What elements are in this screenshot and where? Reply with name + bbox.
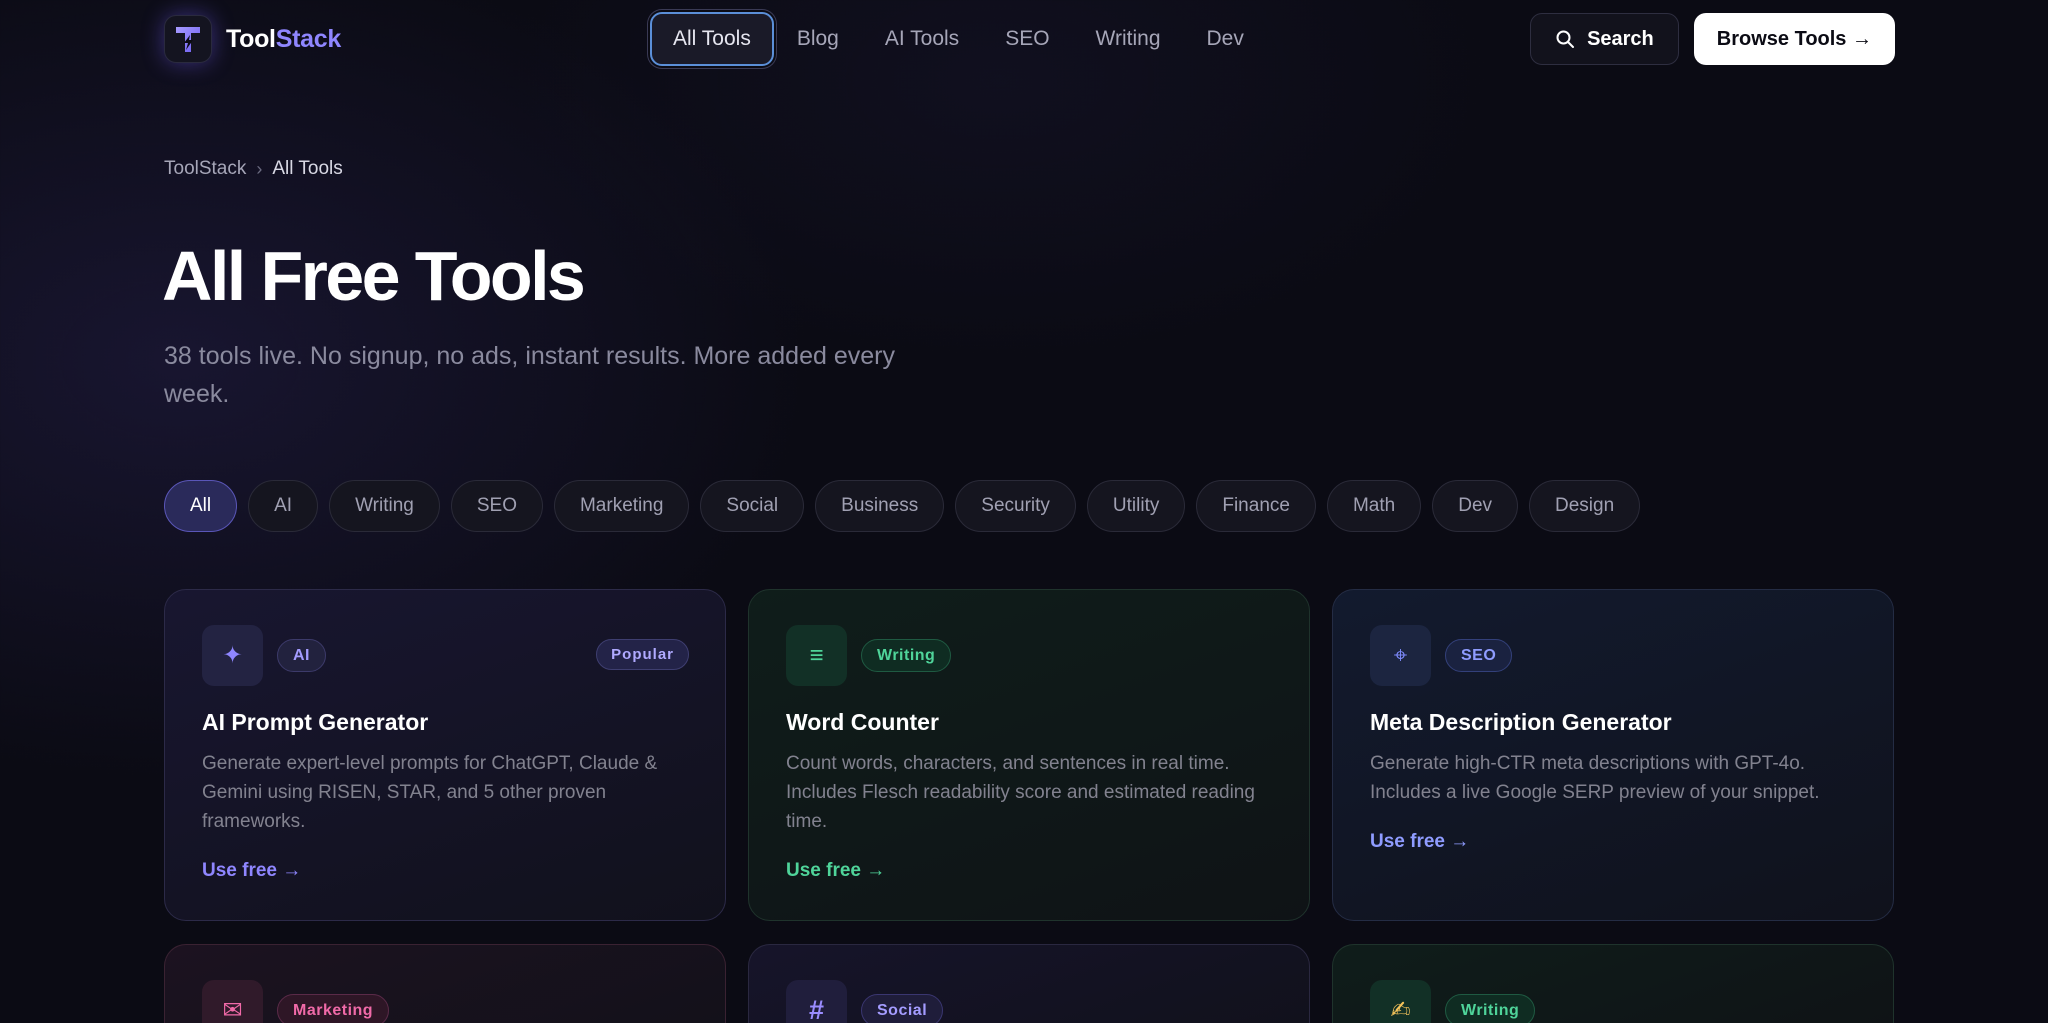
filter-chip-utility[interactable]: Utility: [1086, 480, 1186, 532]
envelope-icon: ✉: [202, 980, 263, 1023]
hashtag-icon: #: [786, 980, 847, 1023]
card-header: ✉ Marketing: [202, 980, 390, 1023]
nav-links: All Tools Blog AI Tools SEO Writing Dev: [650, 12, 1267, 66]
page-subtitle: 38 tools live. No signup, no ads, instan…: [164, 342, 895, 408]
card-header: ≡ Writing: [786, 625, 952, 686]
card-category-tag: Writing: [1445, 994, 1536, 1023]
lines-icon: ≡: [786, 625, 847, 686]
filter-chip-finance[interactable]: Finance: [1196, 480, 1316, 532]
crosshair-icon: ⌖: [1370, 625, 1431, 686]
tool-card-word-counter[interactable]: ≡ Writing Word Counter Count words, char…: [748, 589, 1310, 921]
card-header: ✦ AI: [202, 625, 326, 686]
nav-link-writing[interactable]: Writing: [1073, 12, 1184, 66]
card-use-free-link[interactable]: Use free →: [786, 860, 885, 882]
card-category-tag: Social: [861, 994, 944, 1023]
nav-link-ai-tools[interactable]: AI Tools: [862, 12, 982, 66]
card-category-tag: AI: [277, 639, 326, 672]
popular-badge: Popular: [596, 639, 689, 670]
search-button-label: Search: [1587, 27, 1654, 50]
filter-chip-marketing[interactable]: Marketing: [553, 480, 690, 532]
card-title: AI Prompt Generator: [202, 709, 429, 735]
top-navbar: ToolStack All Tools Blog AI Tools SEO Wr…: [0, 0, 2048, 80]
filter-chip-all[interactable]: All: [164, 480, 238, 532]
filter-chip-writing[interactable]: Writing: [329, 480, 440, 532]
category-filters: All AI Writing SEO Marketing Social Busi…: [164, 480, 1641, 532]
card-header: # Social: [786, 980, 944, 1023]
card-category-tag: SEO: [1445, 639, 1513, 672]
nav-actions: Search Browse Tools →: [1530, 13, 1895, 65]
card-header: ✍ Writing: [1370, 980, 1536, 1023]
card-description: Generate expert-level prompts for ChatGP…: [202, 753, 658, 832]
tool-card-marketing[interactable]: ✉ Marketing: [164, 944, 726, 1023]
tool-card-social[interactable]: # Social: [748, 944, 1310, 1023]
card-title: Meta Description Generator: [1370, 709, 1672, 735]
tool-card-meta-description-generator[interactable]: ⌖ SEO Meta Description Generator Generat…: [1332, 589, 1894, 921]
sparkle-icon: ✦: [202, 625, 263, 686]
nav-link-seo[interactable]: SEO: [982, 12, 1072, 66]
writing-hand-icon: ✍: [1370, 980, 1431, 1023]
breadcrumb-current: All Tools: [272, 158, 343, 179]
browse-tools-button[interactable]: Browse Tools →: [1693, 13, 1895, 65]
filter-chip-ai[interactable]: AI: [248, 480, 319, 532]
tool-card-writing[interactable]: ✍ Writing: [1332, 944, 1894, 1023]
card-description: Count words, characters, and sentences i…: [786, 753, 1255, 832]
nav-link-all-tools[interactable]: All Tools: [650, 12, 774, 66]
search-button[interactable]: Search: [1530, 13, 1679, 65]
card-category-tag: Marketing: [277, 994, 390, 1023]
logo-text: ToolStack: [226, 24, 341, 53]
filter-chip-design[interactable]: Design: [1529, 480, 1641, 532]
search-icon: [1556, 30, 1575, 48]
filter-chip-security[interactable]: Security: [955, 480, 1076, 532]
filter-chip-seo[interactable]: SEO: [450, 480, 543, 532]
card-title: Word Counter: [786, 709, 939, 735]
card-use-free-link[interactable]: Use free →: [202, 860, 301, 882]
card-category-tag: Writing: [861, 639, 952, 672]
filter-chip-dev[interactable]: Dev: [1432, 480, 1519, 532]
filter-chip-business[interactable]: Business: [815, 480, 945, 532]
card-use-free-link[interactable]: Use free →: [1370, 831, 1469, 853]
breadcrumb-home-link[interactable]: ToolStack: [164, 158, 246, 180]
filter-chip-math[interactable]: Math: [1326, 480, 1422, 532]
tool-card-ai-prompt-generator[interactable]: ✦ AI Popular AI Prompt Generator Generat…: [164, 589, 726, 921]
logo[interactable]: ToolStack: [164, 15, 341, 63]
nav-link-dev[interactable]: Dev: [1184, 12, 1267, 66]
filter-chip-social[interactable]: Social: [700, 480, 805, 532]
logo-icon: [164, 15, 212, 63]
card-header: ⌖ SEO: [1370, 625, 1513, 686]
breadcrumb-separator-icon: ›: [256, 158, 263, 179]
page-title: All Free Tools: [162, 237, 586, 315]
card-description: Generate high-CTR meta descriptions with…: [1370, 753, 1820, 803]
breadcrumb: ToolStack › All Tools: [164, 158, 343, 180]
nav-link-blog[interactable]: Blog: [774, 12, 862, 66]
